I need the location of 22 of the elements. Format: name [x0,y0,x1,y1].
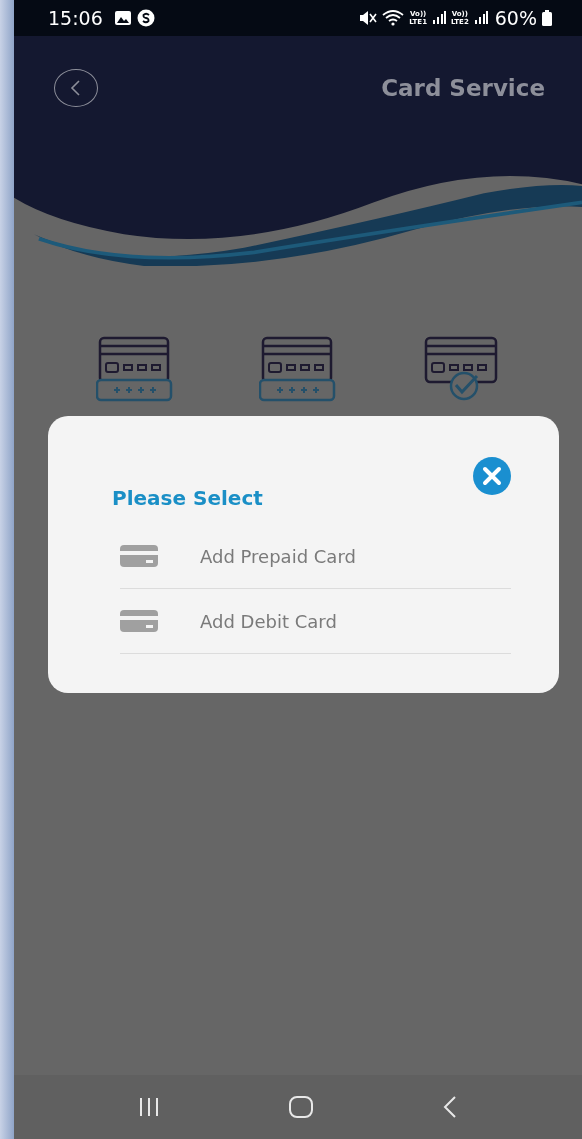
app-badge-icon [136,9,155,27]
card-icon [120,610,158,632]
signal-icon [432,11,447,25]
status-time: 15:06 [48,7,103,29]
gallery-icon [113,10,132,26]
card-pin-icon[interactable] [96,336,175,402]
option-row[interactable]: Add Debit Card [120,589,511,654]
option-row[interactable]: Add Prepaid Card [120,524,511,589]
option-label: Add Debit Card [200,610,337,632]
chevron-left-icon [69,79,83,97]
option-label: Add Prepaid Card [200,545,356,567]
home-icon[interactable] [288,1095,314,1119]
dialog-title: Please Select [112,486,264,510]
signal-icon [473,11,488,25]
wifi-icon [382,9,405,27]
battery-icon [542,10,552,26]
page-title: Card Service [381,75,545,101]
card-icon [120,545,158,567]
battery-percent: 60% [494,7,537,29]
mute-icon [359,10,378,26]
close-button[interactable] [473,457,511,495]
card-pin-icon[interactable] [259,336,337,402]
